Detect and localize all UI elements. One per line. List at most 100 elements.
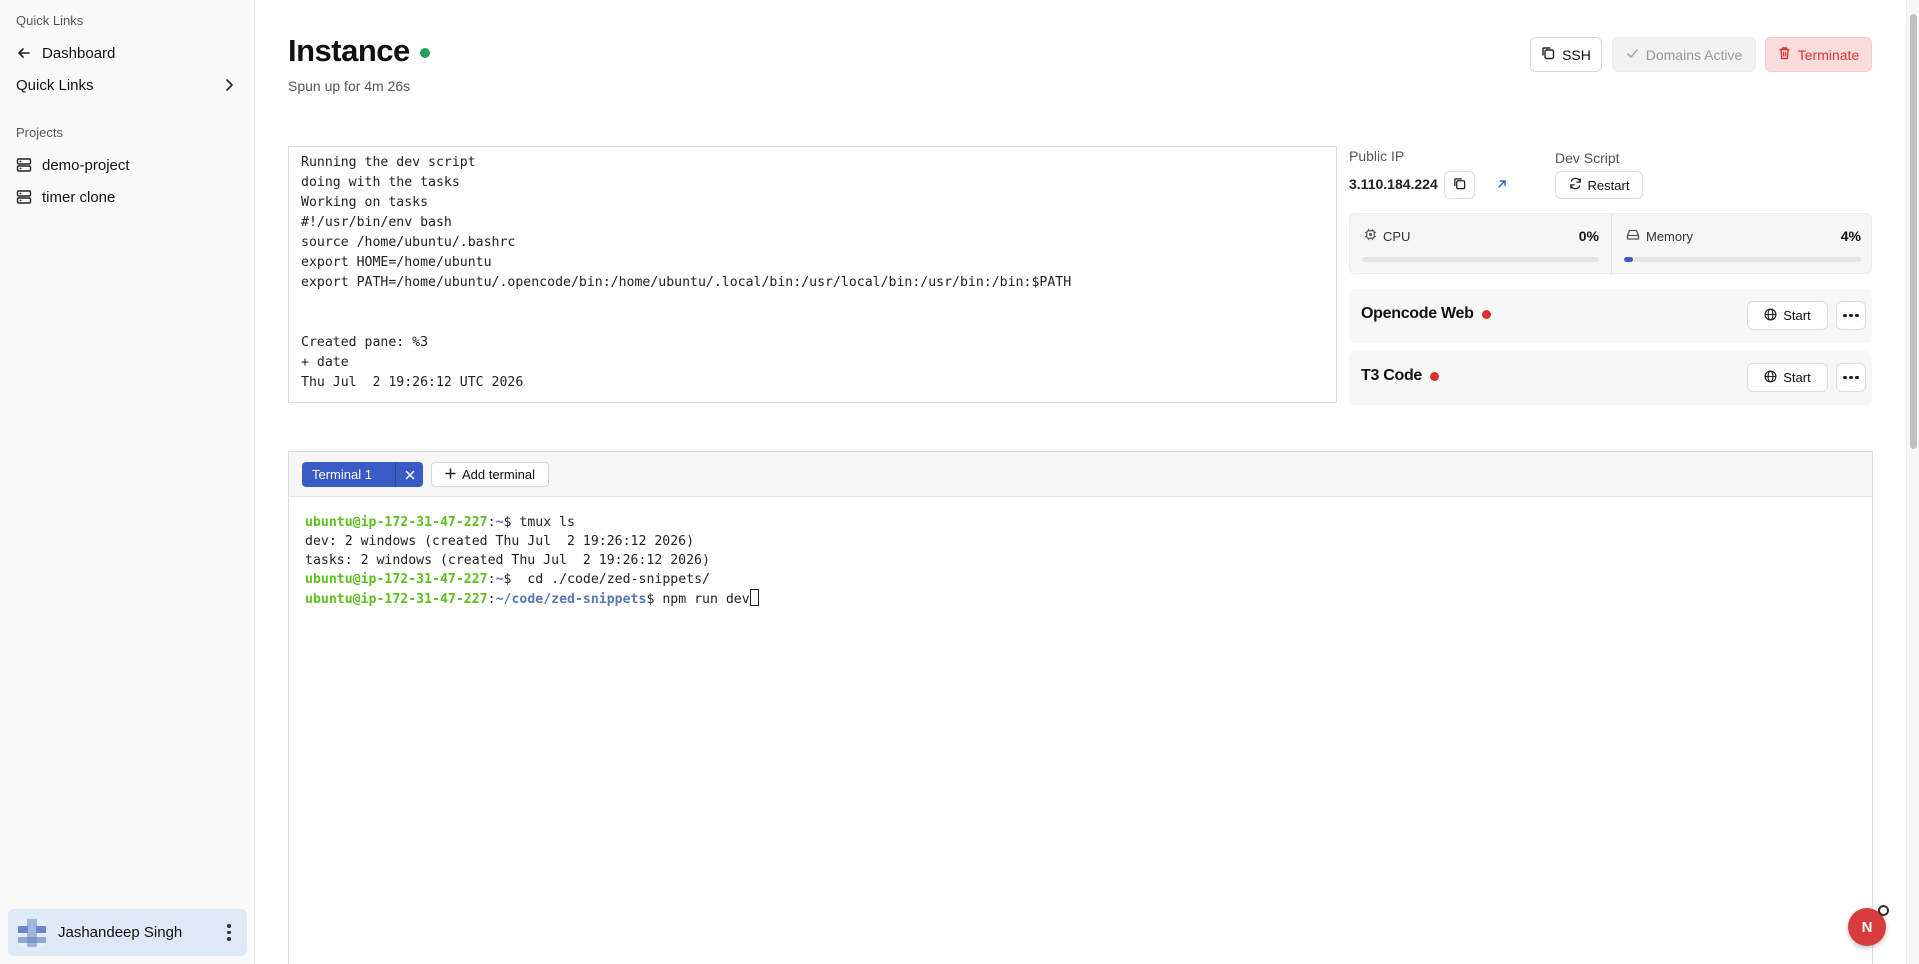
restart-button[interactable]: Restart [1555,171,1643,199]
copy-icon [1453,177,1466,193]
prompt-command: $ npm run dev [646,592,750,607]
assistant-fab-button[interactable]: N [1848,905,1889,946]
start-service-button[interactable]: Start [1747,363,1828,392]
log-line: export PATH=/home/ubuntu/.opencode/bin:/… [301,275,1072,290]
terminal-output-text: dev: 2 windows (created Thu Jul 2 19:26:… [305,534,695,549]
restart-button-label: Restart [1587,177,1630,193]
sidebar-section-label-projects: Projects [16,125,63,140]
scrollbar-thumb[interactable] [1910,14,1917,449]
close-icon[interactable] [395,462,423,487]
globe-icon [1764,370,1777,386]
hard-drive-icon [1626,228,1640,244]
sidebar-item-label: timer clone [42,188,116,206]
refresh-icon [1569,177,1582,193]
log-line: doing with the tasks [301,175,460,190]
terminal-output-text: tasks: 2 windows (created Thu Jul 2 19:2… [305,553,710,568]
memory-value: 4% [1840,228,1861,244]
terminal-output[interactable]: ubuntu@ip-172-31-47-227:~$ tmux ls dev: 2… [289,498,1872,964]
arrow-left-icon [16,45,32,61]
start-service-button[interactable]: Start [1747,301,1828,330]
log-line: Working on tasks [301,195,429,210]
start-button-label: Start [1783,370,1811,385]
sidebar-item-project[interactable]: timer clone [8,182,246,212]
tab-terminal-1[interactable]: Terminal 1 [302,462,423,487]
dev-script-label: Dev Script [1555,150,1620,166]
terminal-line: dev: 2 windows (created Thu Jul 2 19:26:… [305,532,1856,551]
trash-icon [1778,46,1791,63]
cpu-usage-bar [1362,257,1599,262]
log-line: Running the dev script [301,155,476,170]
sidebar-item-label: Quick Links [16,76,94,94]
service-card-t3-code: T3 Code Start [1349,351,1872,405]
memory-metric: Memory 4% [1612,214,1873,275]
server-icon [16,157,32,173]
sidebar: Quick Links Dashboard Quick Links Projec… [0,0,255,964]
more-horizontal-icon[interactable] [1836,363,1866,392]
page-title-text: Instance [288,33,410,68]
terminal-cursor [749,589,759,606]
start-button-label: Start [1783,308,1811,323]
log-line: source /home/ubuntu/.bashrc [301,235,516,250]
ssh-button[interactable]: SSH [1530,37,1602,72]
domains-button-label: Domains Active [1645,46,1743,63]
sidebar-item-label: demo-project [42,156,130,174]
external-link-icon[interactable] [1496,177,1512,193]
server-icon [16,189,32,205]
log-line: #!/usr/bin/env bash [301,215,452,230]
dev-script-log: Running the dev script doing with the tas… [288,146,1337,403]
globe-icon [1764,308,1777,324]
plus-icon [445,467,456,482]
fab-letter: N [1861,918,1873,936]
prompt-path: ~ [495,572,504,587]
page-scrollbar[interactable] [1906,0,1919,964]
service-stopped-dot [1430,371,1440,381]
resource-metrics: CPU 0% Memory 4% [1349,213,1873,275]
service-name: T3 Code [1361,367,1423,384]
cpu-label: CPU [1383,228,1411,244]
memory-usage-bar [1624,257,1861,262]
copy-icon [1541,46,1555,63]
cpu-metric: CPU 0% [1350,214,1611,275]
prompt-user-host: ubuntu@ip-172-31-47-227 [305,592,488,607]
prompt-path: ~ [495,515,504,530]
public-ip-value: 3.110.184.224 [1349,176,1438,192]
terminal-line: ubuntu@ip-172-31-47-227:~$ cd ./code/zed… [305,572,710,587]
sidebar-item-project[interactable]: demo-project [8,150,246,180]
service-card-opencode-web: Opencode Web Start [1349,289,1872,343]
sidebar-item-dashboard[interactable]: Dashboard [8,38,246,68]
cpu-value: 0% [1578,228,1599,244]
terminal-tabs: Terminal 1 Add terminal [289,452,1872,497]
terminal-line: ubuntu@ip-172-31-47-227:~/code/zed-snipp… [305,589,1856,609]
terminate-button-label: Terminate [1797,46,1860,63]
more-vertical-icon[interactable] [221,924,237,941]
user-profile-card[interactable]: Jashandeep Singh [8,909,247,956]
service-name: Opencode Web [1361,305,1474,322]
uptime-subtitle: Spun up for 4m 26s [288,78,411,94]
domains-active-button[interactable]: Domains Active [1612,37,1756,72]
prompt-command: $ tmux ls [503,515,575,530]
public-ip-label: Public IP [1349,148,1405,164]
prompt-path: ~/code/zed-snippets [495,592,647,607]
terminate-button[interactable]: Terminate [1765,37,1872,72]
terminal-panel: Terminal 1 Add terminal ubuntu@ip-172-31… [288,451,1873,964]
page-title: Instance [288,33,430,69]
terminal-line: ubuntu@ip-172-31-47-227:~$ tmux ls [305,515,575,530]
ssh-button-label: SSH [1562,46,1591,63]
copy-ip-button[interactable] [1444,171,1475,199]
terminal-tab-label[interactable]: Terminal 1 [302,462,395,487]
notification-indicator [1878,905,1889,916]
cpu-icon [1364,228,1377,244]
status-running-dot [419,48,430,58]
terminal-line: tasks: 2 windows (created Thu Jul 2 19:2… [305,551,1856,570]
check-icon [1626,47,1639,63]
sidebar-item-quick-links[interactable]: Quick Links [8,70,246,100]
add-terminal-label: Add terminal [462,467,535,482]
more-horizontal-icon[interactable] [1836,301,1866,330]
prompt-command: $ cd ./code/zed-snippets/ [503,572,710,587]
avatar [18,918,46,947]
log-line: export HOME=/home/ubuntu [301,255,492,270]
sidebar-section-label-quick-links: Quick Links [16,13,84,28]
add-terminal-button[interactable]: Add terminal [431,462,549,487]
sidebar-item-label: Dashboard [42,44,116,62]
